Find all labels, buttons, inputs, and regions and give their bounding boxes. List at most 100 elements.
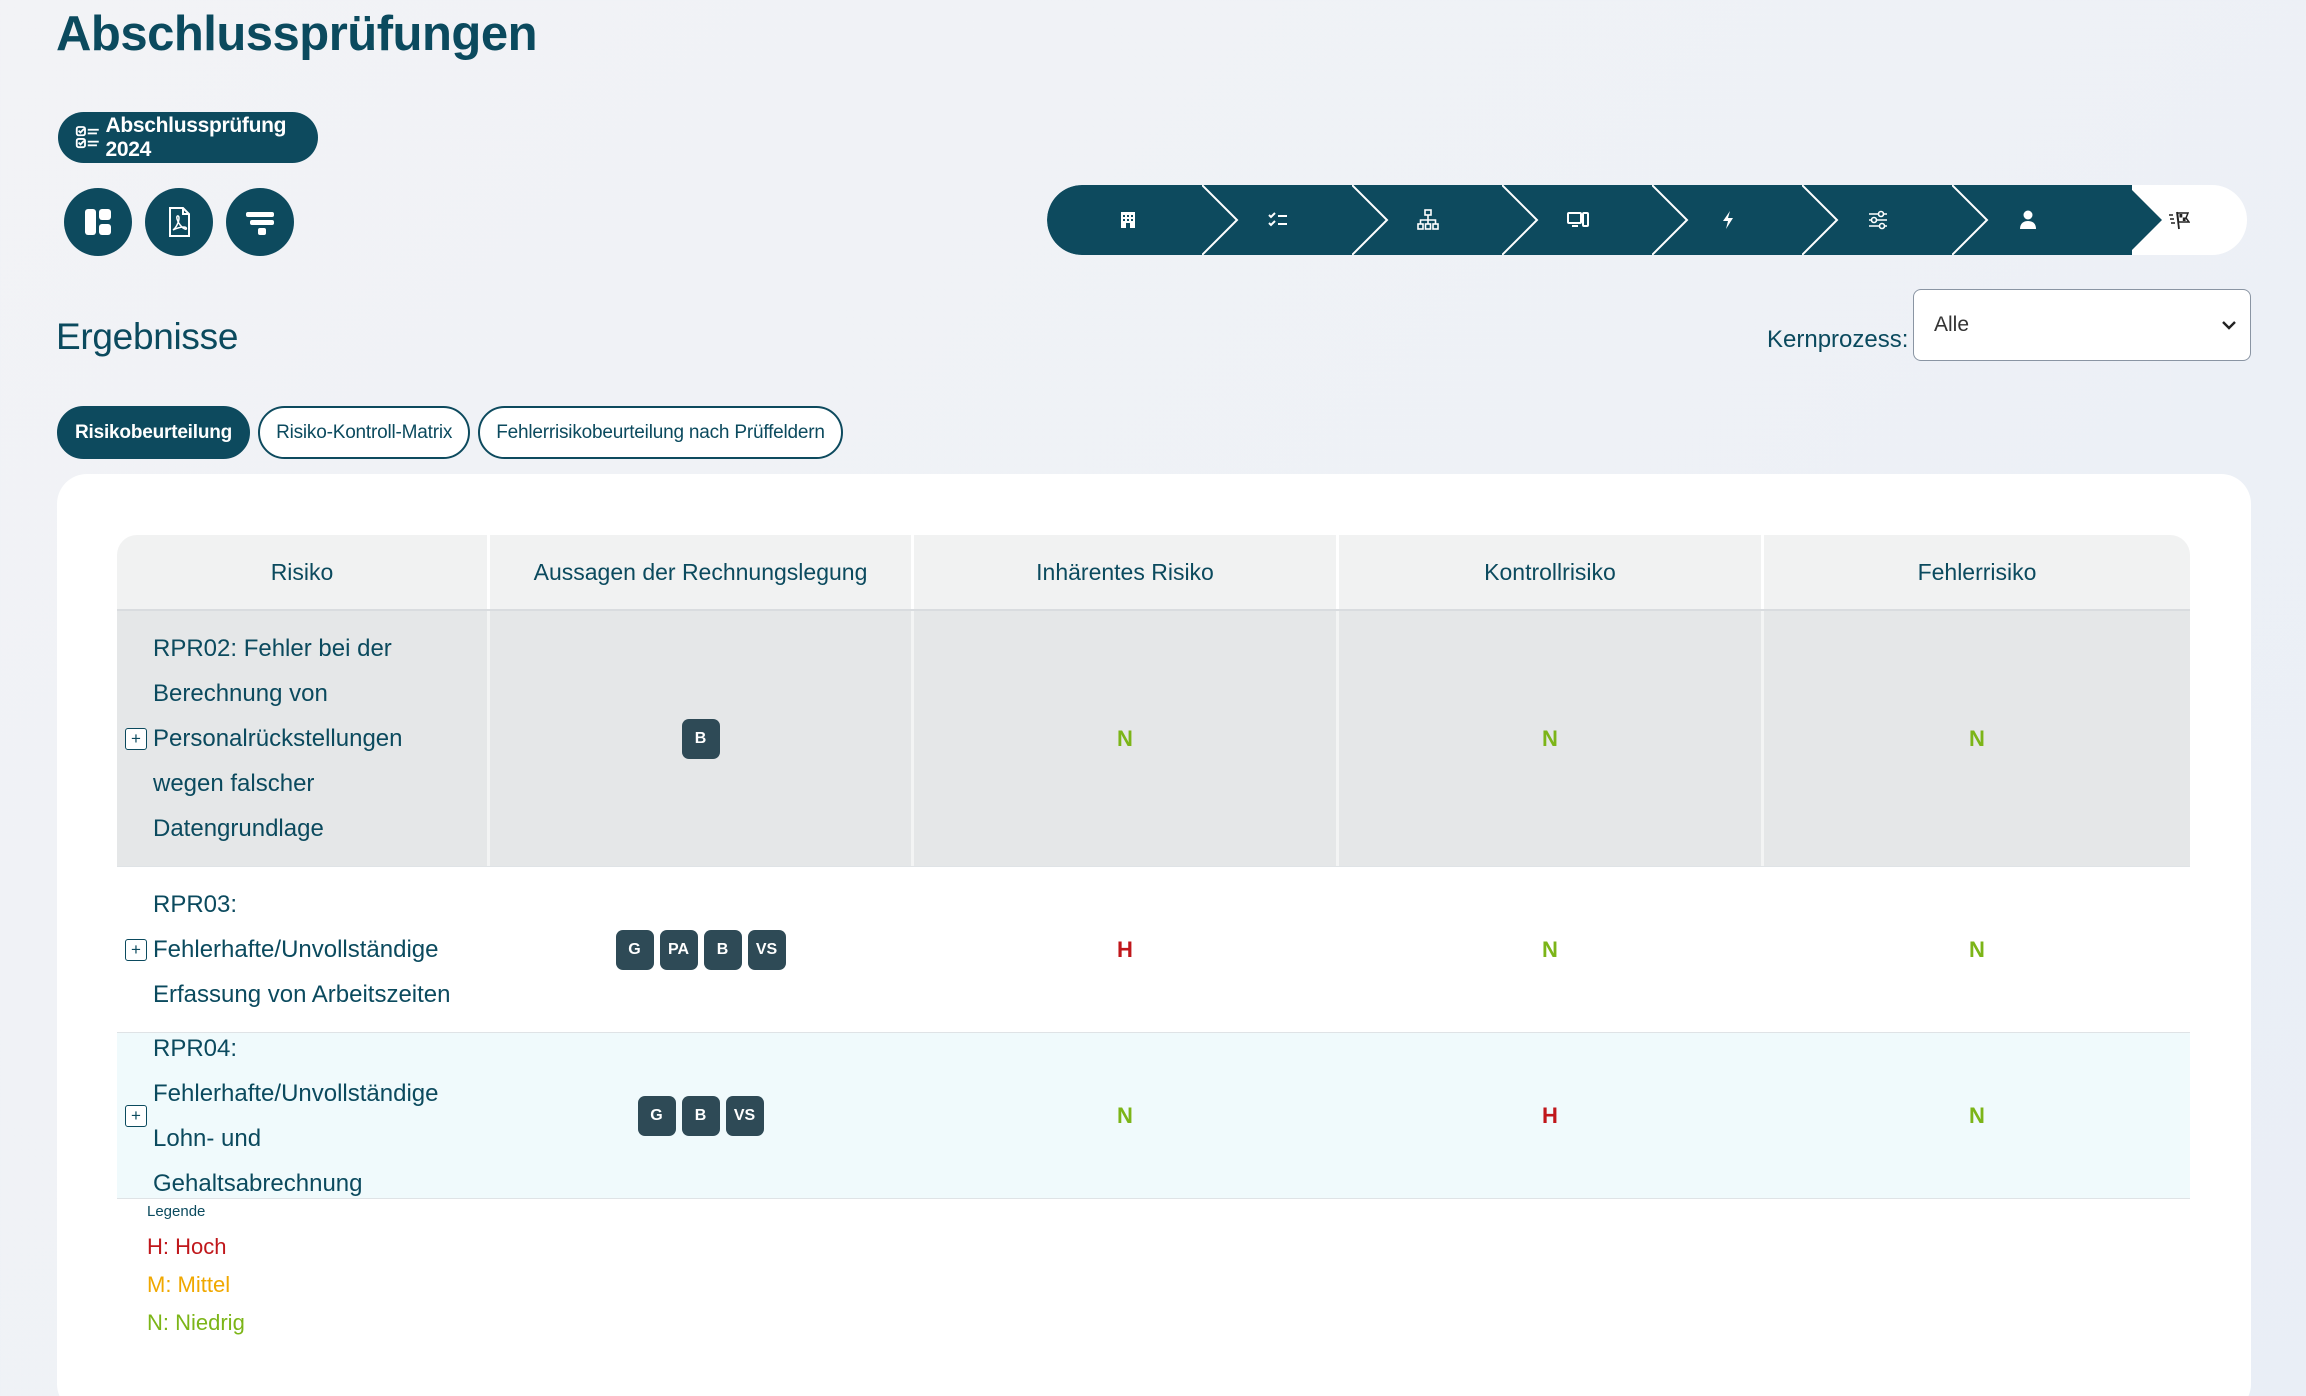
devices-icon (1567, 212, 1589, 227)
assertions-cell: B (490, 611, 914, 866)
pdf-icon (169, 207, 190, 237)
header-kontrollrisiko: Kontrollrisiko (1339, 535, 1764, 609)
step-checklist-icon[interactable] (1263, 205, 1293, 235)
legend: Legende H: Hoch M: Mittel N: Niedrig (147, 1203, 245, 1348)
risk-level: N (1542, 936, 1558, 962)
inherent-risk-cell: N (914, 1033, 1339, 1198)
hierarchy-icon (1417, 209, 1439, 230)
risk-cell: + RPR03: Fehlerhafte/Unvollständige Erfa… (117, 867, 490, 1032)
assertion-badge: G (637, 1095, 676, 1136)
step-hierarchy-icon[interactable] (1413, 205, 1443, 235)
assertions-cell: G PA B VS (490, 867, 914, 1032)
risk-cell: + RPR02: Fehler bei der Berechnung von P… (117, 611, 490, 866)
filter-icon (246, 212, 274, 235)
risk-level: N (1542, 725, 1558, 751)
assertion-badge: B (703, 929, 742, 970)
checklist-icon (75, 125, 99, 148)
sliders-icon (1869, 210, 1887, 230)
expand-plus-icon[interactable]: + (125, 938, 147, 961)
step-devices-icon[interactable] (1563, 205, 1593, 235)
section-title: Ergebnisse (56, 316, 239, 357)
table-row: + RPR03: Fehlerhafte/Unvollständige Erfa… (117, 867, 2190, 1033)
expand-plus-icon[interactable]: + (125, 1104, 147, 1127)
assertion-badge: B (681, 1095, 720, 1136)
control-risk-cell: N (1339, 867, 1764, 1032)
step-sliders-icon[interactable] (1863, 205, 1893, 235)
control-risk-cell: N (1339, 611, 1764, 866)
risk-line: Fehlerhafte/Unvollständige (153, 936, 439, 963)
risk-line: Personalrückstellungen (153, 725, 403, 752)
tab-risikobeurteilung[interactable]: Risikobeurteilung (57, 406, 251, 459)
risk-level: N (1969, 936, 1985, 962)
user-icon (2020, 210, 2036, 229)
legend-item-low: N: Niedrig (147, 1310, 245, 1335)
table-row: + RPR02: Fehler bei der Berechnung von P… (117, 611, 2190, 867)
process-stepper (1047, 185, 2247, 255)
risk-line: Datengrundlage (153, 815, 324, 842)
result-tabs: Risikobeurteilung Risiko-Kontroll-Matrix… (57, 406, 843, 459)
risk-cell: + RPR04: Fehlerhafte/Unvollständige Lohn… (117, 1033, 490, 1198)
step-user-icon[interactable] (2013, 205, 2043, 235)
risk-level: N (1969, 1102, 1985, 1128)
lightning-icon (1723, 211, 1733, 229)
tab-fehlerrisikobeurteilung[interactable]: Fehlerrisikobeurteilung nach Prüffeldern (478, 406, 843, 459)
checklist-icon (1268, 212, 1287, 227)
legend-item-high: H: Hoch (147, 1234, 227, 1259)
header-risiko: Risiko (117, 535, 490, 609)
assertions-cell: G B VS (490, 1033, 914, 1198)
risk-line: Berechnung von (153, 680, 328, 707)
control-risk-cell: H (1339, 1033, 1764, 1198)
table-header: Risiko Aussagen der Rechnungslegung Inhä… (117, 535, 2190, 611)
assertion-badge: PA (659, 929, 698, 970)
header-inhaerentes-risiko: Inhärentes Risiko (914, 535, 1339, 609)
step-finish-flag-icon[interactable] (2164, 205, 2194, 235)
error-risk-cell: N (1764, 867, 2190, 1032)
finish-flag-icon (2169, 211, 2190, 230)
legend-title: Legende (147, 1203, 206, 1220)
pdf-export-button[interactable] (145, 188, 213, 256)
risk-description: RPR04: Fehlerhafte/Unvollständige Lohn- … (153, 1026, 463, 1206)
error-risk-cell: N (1764, 611, 2190, 866)
tab-risiko-kontroll-matrix[interactable]: Risiko-Kontroll-Matrix (258, 406, 471, 459)
header-fehlerrisiko: Fehlerrisiko (1917, 558, 2037, 585)
expand-plus-icon[interactable]: + (125, 727, 147, 750)
risk-description: RPR03: Fehlerhafte/Unvollständige Erfass… (153, 882, 463, 1017)
legend-item-medium: M: Mittel (147, 1272, 231, 1297)
step-building-icon[interactable] (1113, 205, 1143, 235)
assertion-badge: VS (747, 929, 786, 970)
risk-line: RPR02: Fehler bei der (153, 635, 392, 662)
assertion-badge: VS (725, 1095, 764, 1136)
building-icon (1121, 212, 1135, 228)
table-row: + RPR04: Fehlerhafte/Unvollständige Lohn… (117, 1033, 2190, 1199)
risk-level: N (1117, 725, 1133, 751)
risk-level: H (1117, 936, 1133, 962)
risk-level: N (1969, 725, 1985, 751)
dashboard-button[interactable] (64, 188, 132, 256)
kernprozess-label: Kernprozess: (1767, 326, 1909, 353)
filter-button[interactable] (226, 188, 294, 256)
risk-level: N (1117, 1102, 1133, 1128)
page-title: Abschlussprüfungen (56, 7, 538, 61)
kernprozess-select[interactable]: Alle (1913, 289, 2251, 361)
error-risk-cell: N (1764, 1033, 2190, 1198)
risk-table: Risiko Aussagen der Rechnungslegung Inhä… (117, 535, 2190, 1199)
inherent-risk-cell: N (914, 611, 1339, 866)
exam-label: Abschlussprüfung 2024 (105, 113, 287, 161)
risk-line: RPR03: (153, 891, 238, 918)
risk-line: Erfassung von Arbeitszeiten (153, 981, 451, 1008)
risk-line: Fehlerhafte/Unvollständige (153, 1079, 439, 1107)
risk-description: RPR02: Fehler bei der Berechnung von Per… (153, 626, 463, 851)
risk-line: wegen falscher (153, 770, 315, 797)
assertion-badge: G (615, 929, 654, 970)
risk-line: Lohn- und Gehaltsabrechnung (153, 1124, 363, 1197)
dashboard-icon (85, 209, 111, 235)
exam-selector-pill[interactable]: Abschlussprüfung 2024 (58, 112, 318, 163)
header-aussagen: Aussagen der Rechnungslegung (490, 535, 914, 609)
kernprozess-value: Alle (1934, 313, 1970, 336)
step-lightning-icon[interactable] (1713, 205, 1743, 235)
risk-line: RPR04: (153, 1034, 238, 1062)
risk-level: H (1542, 1102, 1558, 1128)
assertion-badge: B (681, 718, 720, 759)
inherent-risk-cell: H (914, 867, 1339, 1032)
chevron-down-icon (2222, 321, 2236, 330)
